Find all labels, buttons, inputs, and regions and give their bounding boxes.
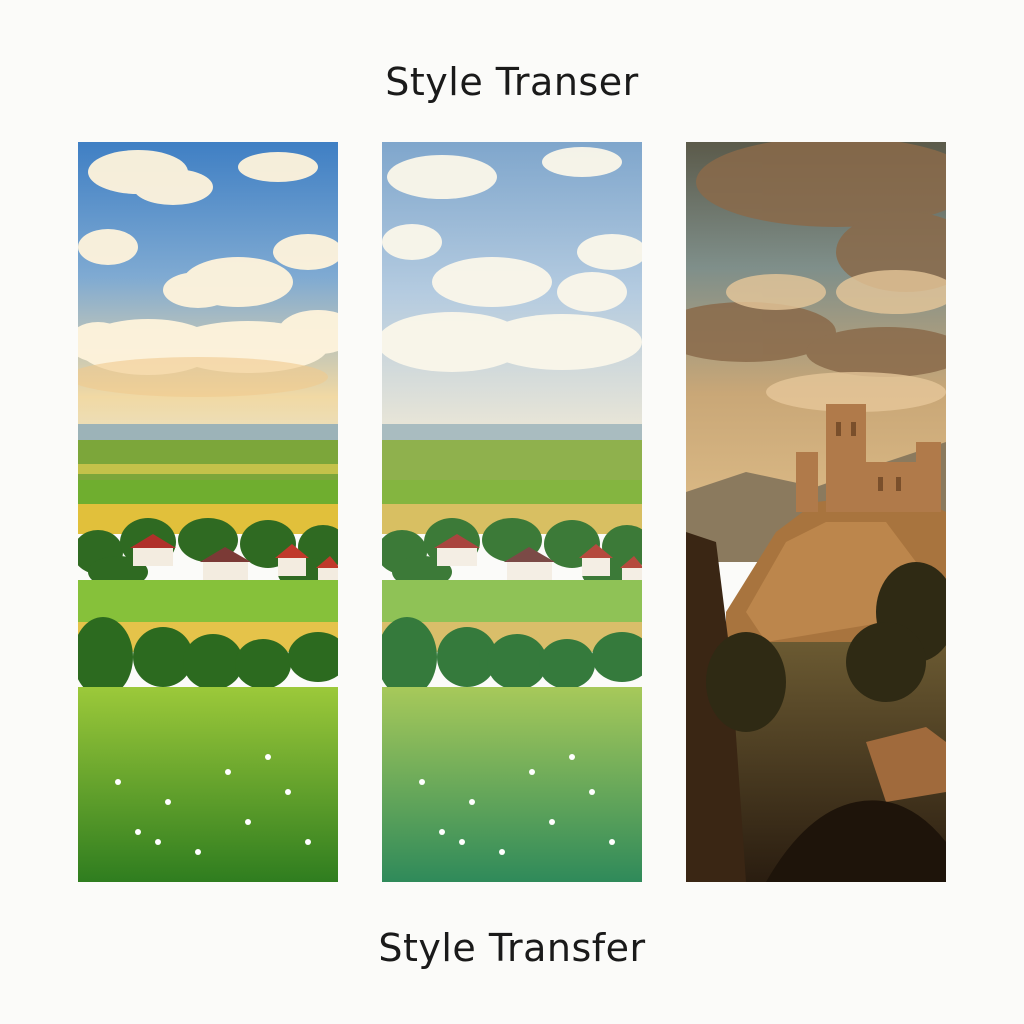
castle-painting-right	[686, 142, 946, 882]
countryside-image-middle	[382, 142, 642, 882]
bottom-title: Style Transfer	[378, 926, 646, 970]
castle-image-right	[686, 142, 946, 882]
countryside-painting-left	[78, 142, 338, 882]
countryside-image-left	[78, 142, 338, 882]
top-title: Style Transer	[385, 60, 639, 104]
countryside-painting-middle	[382, 142, 642, 882]
